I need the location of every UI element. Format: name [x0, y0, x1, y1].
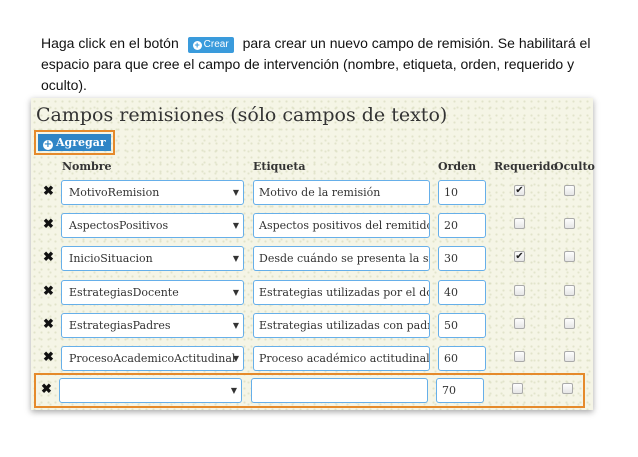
orden-input[interactable]: 60 [438, 346, 486, 371]
caret-down-icon: ▼ [232, 188, 239, 197]
etiqueta-input[interactable]: Motivo de la remisión [253, 180, 430, 205]
delete-row-icon[interactable]: ✖ [43, 249, 54, 265]
etiqueta-input[interactable]: Proceso académico actitudinal [253, 346, 430, 371]
orden-input[interactable]: 50 [438, 312, 486, 338]
delete-row-icon[interactable]: ✖ [43, 349, 54, 365]
field-row: ✖ EstrategiasPadres ▼ Estrategias utilizada… [31, 312, 593, 343]
remission-fields-panel: Campos remisiones (sólo campos de texto)… [31, 98, 595, 410]
nombre-value: AspectosPositivos [69, 219, 169, 233]
caret-down-icon: ▼ [232, 254, 239, 264]
etiqueta-input[interactable]: Estrategias utilizadas con padres [253, 312, 430, 338]
nombre-value: EstrategiasPadres [69, 318, 171, 332]
etiqueta-input[interactable]: Aspectos positivos del remitido [253, 213, 430, 239]
orden-input[interactable]: 40 [438, 279, 486, 305]
panel-title: Campos remisiones (sólo campos de texto) [36, 104, 448, 126]
add-button-label: Agregar [56, 136, 106, 149]
delete-row-icon[interactable]: ✖ [43, 216, 54, 232]
orden-input[interactable]: 20 [438, 213, 486, 239]
check-icon: ✔ [515, 251, 524, 263]
nombre-value: MotivoRemision [69, 186, 160, 199]
requerido-checkbox[interactable]: ✔ [514, 251, 525, 263]
oculto-checkbox[interactable] [564, 218, 575, 230]
field-row: ✖ AspectosPositivos ▼ Aspectos positivos de… [31, 213, 593, 243]
oculto-checkbox[interactable] [564, 185, 575, 196]
nombre-select[interactable]: ProcesoAcademicoActitudinal ▼ [61, 346, 244, 371]
create-button-label: Crear [203, 39, 229, 50]
nombre-select[interactable]: AspectosPositivos ▼ [61, 213, 244, 239]
check-icon: ✔ [515, 185, 524, 196]
field-row: ✖ ProcesoAcademicoActitudinal ▼ Proceso aca… [31, 346, 593, 376]
add-button-highlight: + Agregar [34, 130, 115, 155]
instruction-part1: Haga click en el botón [41, 35, 179, 51]
header-etiqueta: Etiqueta [253, 160, 306, 173]
caret-down-icon: ▼ [232, 287, 239, 297]
field-row: ✖ EstrategiasDocente ▼ Estrategias utilizad… [31, 279, 593, 310]
nombre-value: ProcesoAcademicoActitudinal [69, 352, 236, 365]
nombre-value: InicioSituacion [69, 252, 153, 266]
field-row: ✖ InicioSituacion ▼ Desde cuándo se present… [31, 246, 593, 276]
delete-row-icon[interactable]: ✖ [43, 283, 54, 299]
header-oculto: Oculto [554, 160, 595, 173]
nombre-select[interactable]: MotivoRemision ▼ [61, 180, 244, 205]
orden-input[interactable]: 30 [438, 246, 486, 272]
delete-row-icon[interactable]: ✖ [43, 316, 54, 332]
caret-down-icon: ▼ [232, 354, 239, 363]
header-requerido: Requerido [494, 160, 558, 173]
requerido-checkbox[interactable]: ✔ [514, 185, 525, 196]
delete-row-icon[interactable]: ✖ [43, 183, 54, 199]
orden-input[interactable]: 10 [438, 180, 486, 205]
etiqueta-input[interactable]: Estrategias utilizadas por el docer [253, 279, 430, 305]
header-orden: Orden [438, 160, 477, 173]
requerido-checkbox[interactable] [514, 351, 525, 362]
plus-circle-icon: + [43, 139, 53, 150]
add-button[interactable]: + Agregar [38, 134, 111, 151]
nombre-value: EstrategiasDocente [69, 285, 179, 299]
nombre-select[interactable]: InicioSituacion ▼ [61, 246, 244, 272]
header-nombre: Nombre [62, 160, 112, 173]
nombre-select[interactable]: EstrategiasDocente ▼ [61, 279, 244, 305]
oculto-checkbox[interactable] [564, 351, 575, 362]
etiqueta-input[interactable]: Desde cuándo se presenta la situa [253, 246, 430, 272]
caret-down-icon: ▼ [232, 221, 239, 231]
requerido-checkbox[interactable] [514, 317, 525, 329]
oculto-checkbox[interactable] [564, 284, 575, 296]
create-button-illustration: + Crear [187, 37, 234, 53]
new-row-highlight [34, 373, 585, 408]
plus-circle-icon: + [192, 40, 202, 50]
nombre-select[interactable]: EstrategiasPadres ▼ [61, 312, 244, 338]
requerido-checkbox[interactable] [514, 218, 525, 230]
oculto-checkbox[interactable] [564, 251, 575, 263]
field-row: ✖ MotivoRemision ▼ Motivo de la remisión 10 ✔ [31, 180, 593, 210]
caret-down-icon: ▼ [232, 320, 239, 330]
oculto-checkbox[interactable] [564, 317, 575, 329]
requerido-checkbox[interactable] [514, 284, 525, 296]
instruction-text: Haga click en el botón + Crear para crear… [41, 33, 601, 96]
